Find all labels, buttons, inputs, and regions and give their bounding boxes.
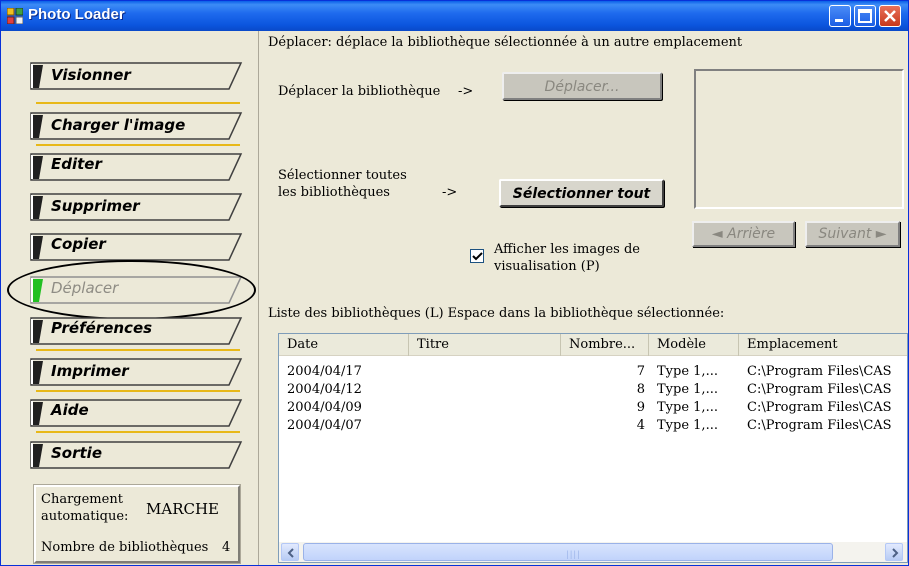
cell-date: 2004/04/12 (287, 382, 362, 397)
show-previews-label: Afficher les images de visualisation (P) (494, 242, 640, 274)
sidebar-item-aide[interactable]: Aide (29, 399, 243, 427)
sidebar-item-supprimer[interactable]: Supprimer (29, 193, 243, 221)
cell-location: C:\Program Files\CAS (747, 418, 892, 433)
sidebar-item-visionner[interactable]: Visionner (29, 62, 243, 90)
close-icon (884, 10, 896, 22)
sidebar-item-label: Copier (51, 235, 106, 253)
minimize-icon (835, 19, 843, 22)
sidebar: Visionner Charger l'image Editer Supprim… (1, 31, 259, 565)
maximize-icon (858, 9, 872, 23)
library-list[interactable]: Date Titre Nombre... Modèle Emplacement … (278, 333, 908, 563)
preview-pane (694, 69, 904, 209)
app-icon (7, 8, 23, 24)
sidebar-item-editer[interactable]: Editer (29, 153, 243, 181)
table-row[interactable]: 2004/04/09 9 Type 1,... C:\Program Files… (279, 400, 907, 416)
sidebar-item-sortie[interactable]: Sortie (29, 441, 243, 469)
column-header-date[interactable]: Date (279, 334, 409, 356)
horizontal-scrollbar[interactable]: |||| (279, 542, 907, 562)
sidebar-item-label: Préférences (51, 319, 153, 337)
table-row[interactable]: 2004/04/12 8 Type 1,... C:\Program Files… (279, 382, 907, 398)
main-panel: Déplacer: déplace la bibliothèque sélect… (260, 31, 908, 565)
next-button[interactable]: Suivant ► (805, 221, 900, 247)
cell-count: 9 (636, 400, 645, 415)
maximize-button[interactable] (854, 5, 876, 27)
sidebar-item-charger[interactable]: Charger l'image (29, 112, 243, 140)
cell-model: Type 1,... (657, 400, 718, 415)
list-header: Date Titre Nombre... Modèle Emplacement (279, 334, 907, 356)
show-previews-checkbox[interactable] (470, 249, 484, 263)
select-all-label: Sélectionner toutes les bibliothèques (278, 168, 407, 200)
table-row[interactable]: 2004/04/07 4 Type 1,... C:\Program Files… (279, 418, 907, 434)
cell-model: Type 1,... (657, 382, 718, 397)
move-library-label: Déplacer la bibliothèque (278, 84, 441, 99)
checkmark-icon (472, 252, 483, 261)
arrow-text: -> (458, 84, 474, 99)
column-header-location[interactable]: Emplacement (739, 334, 907, 356)
scroll-left-button[interactable] (281, 543, 299, 561)
cell-model: Type 1,... (657, 418, 718, 433)
separator (36, 431, 240, 433)
sidebar-item-label: Imprimer (51, 362, 129, 380)
status-panel: Chargement automatique: MARCHE Nombre de… (33, 484, 241, 564)
sidebar-item-label: Aide (51, 401, 89, 419)
auto-load-label: Chargement automatique: (41, 492, 129, 524)
cell-location: C:\Program Files\CAS (747, 364, 892, 379)
move-button[interactable]: Déplacer... (502, 72, 662, 100)
library-list-caption: Liste des bibliothèques (L) Espace dans … (268, 306, 725, 321)
separator (36, 144, 240, 146)
sidebar-item-label: Editer (51, 155, 102, 173)
separator (36, 102, 240, 104)
cell-count: 8 (636, 382, 645, 397)
sidebar-item-label: Supprimer (51, 197, 140, 215)
previous-button[interactable]: ◄ Arrière (692, 221, 795, 247)
highlight-ellipse (7, 260, 256, 320)
library-count-value: 4 (222, 540, 231, 555)
cell-location: C:\Program Files\CAS (747, 382, 892, 397)
window-title: Photo Loader (28, 6, 125, 23)
close-button[interactable] (879, 5, 901, 27)
description-text: Déplacer: déplace la bibliothèque sélect… (268, 35, 743, 50)
sidebar-item-imprimer[interactable]: Imprimer (29, 358, 243, 386)
auto-load-value: MARCHE (146, 500, 219, 518)
sidebar-item-label: Charger l'image (51, 116, 186, 134)
select-all-button[interactable]: Sélectionner tout (499, 179, 664, 207)
table-row[interactable]: 2004/04/17 7 Type 1,... C:\Program Files… (279, 364, 907, 380)
separator (36, 349, 240, 351)
cell-date: 2004/04/09 (287, 400, 362, 415)
column-header-model[interactable]: Modèle (649, 334, 739, 356)
chevron-right-icon (892, 548, 899, 558)
scroll-right-button[interactable] (885, 543, 903, 561)
cell-location: C:\Program Files\CAS (747, 400, 892, 415)
separator (36, 390, 240, 392)
column-header-title[interactable]: Titre (409, 334, 561, 356)
cell-model: Type 1,... (657, 364, 718, 379)
cell-count: 4 (636, 418, 645, 433)
cell-count: 7 (636, 364, 645, 379)
sidebar-item-preferences[interactable]: Préférences (29, 317, 243, 345)
title-bar[interactable]: Photo Loader (1, 1, 908, 31)
library-count-label: Nombre de bibliothèques (41, 540, 209, 555)
cell-date: 2004/04/07 (287, 418, 362, 433)
arrow-text: -> (442, 185, 458, 200)
minimize-button[interactable] (829, 5, 851, 27)
scroll-thumb[interactable]: |||| (303, 543, 833, 561)
sidebar-item-label: Sortie (51, 444, 102, 462)
sidebar-item-copier[interactable]: Copier (29, 233, 243, 261)
photo-loader-window: Photo Loader Visionner Charger l'image E… (0, 0, 909, 566)
column-header-count[interactable]: Nombre... (561, 334, 649, 356)
sidebar-item-label: Visionner (51, 66, 131, 84)
cell-date: 2004/04/17 (287, 364, 362, 379)
chevron-left-icon (287, 548, 294, 558)
